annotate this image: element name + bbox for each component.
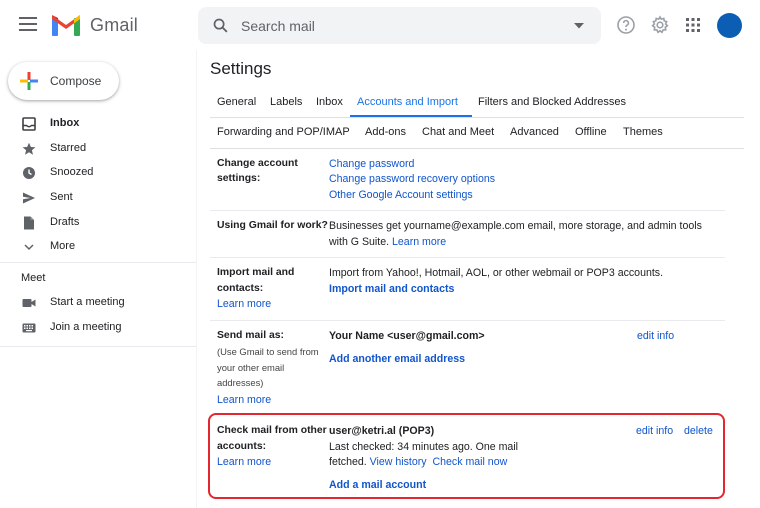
import-learn-more-link[interactable]: Learn more — [217, 296, 271, 312]
check-mail-now-link[interactable]: Check mail now — [432, 456, 507, 468]
gear-icon[interactable] — [650, 15, 670, 35]
apps-grid-icon[interactable] — [683, 15, 703, 35]
add-another-email-button[interactable]: Add another email address — [329, 351, 465, 367]
change-account-label: Change account — [217, 158, 298, 169]
keyboard-icon — [22, 323, 36, 333]
inbox-icon — [22, 117, 36, 131]
gmail-for-work-label: Using Gmail for work? — [217, 220, 328, 231]
account-avatar[interactable] — [717, 13, 742, 38]
send-mail-as-sub: (Use Gmail to send from — [217, 346, 319, 357]
top-bar: Gmail — [0, 0, 760, 50]
compose-button[interactable]: Compose — [8, 62, 119, 100]
view-history-link[interactable]: View history — [370, 456, 427, 468]
gmail-logo-icon[interactable] — [51, 14, 81, 36]
sidebar-item-starred[interactable]: Starred — [0, 137, 195, 161]
g-suite-text: with G Suite. — [329, 236, 390, 248]
sidebar-item-snoozed[interactable]: Snoozed — [0, 161, 195, 185]
star-icon — [22, 142, 36, 155]
tabs-divider — [210, 148, 744, 149]
send-mail-learn-more-link[interactable]: Learn more — [217, 392, 271, 408]
tab-chat-and-meet[interactable]: Chat and Meet — [422, 126, 494, 138]
page-title: Settings — [210, 59, 272, 78]
send-mail-as-label: Send mail as: — [217, 330, 284, 341]
row-divider — [210, 320, 725, 321]
send-mail-as-sub-2: your other email — [217, 362, 285, 373]
check-mail-learn-more-link[interactable]: Learn more — [217, 454, 271, 470]
add-mail-account-button[interactable]: Add a mail account — [329, 477, 426, 493]
sidebar-item-label: Drafts — [50, 216, 80, 228]
clock-icon — [23, 167, 35, 179]
import-mail-and-contacts-button[interactable]: Import mail and contacts — [329, 281, 454, 297]
send-icon — [23, 192, 35, 204]
change-password-link[interactable]: Change password — [329, 156, 414, 172]
video-icon — [22, 299, 36, 307]
recovery-options-link[interactable]: Change password recovery options — [329, 171, 495, 187]
import-mail-label: Import mail and — [217, 267, 295, 278]
tab-themes[interactable]: Themes — [623, 126, 663, 138]
sidebar-item-label: Sent — [50, 191, 73, 203]
check-mail-label-2: accounts: — [217, 441, 267, 452]
sidebar-item-inbox[interactable]: Inbox — [0, 112, 195, 136]
send-as-identity: Your Name <user@gmail.com> — [329, 330, 485, 342]
tab-forwarding[interactable]: Forwarding and POP/IMAP — [217, 126, 350, 138]
search-icon[interactable] — [212, 17, 229, 34]
main-menu-icon[interactable] — [19, 17, 37, 31]
sidebar-item-label: Join a meeting — [50, 321, 122, 333]
compose-plus-icon — [20, 72, 38, 90]
chevron-down-icon — [24, 244, 34, 251]
fetch-status-line: fetched. View history Check mail now — [329, 454, 507, 470]
tab-labels[interactable]: Labels — [270, 96, 302, 108]
row-divider — [210, 210, 725, 211]
tab-general[interactable]: General — [217, 96, 256, 108]
gmail-brand-text: Gmail — [90, 15, 139, 35]
fetched-text: fetched. — [329, 456, 367, 468]
pop3-account: user@ketri.al (POP3) — [329, 425, 435, 437]
sidebar-item-start-meeting[interactable]: Start a meeting — [0, 291, 195, 315]
help-icon[interactable] — [616, 15, 636, 35]
meet-section-title: Meet — [21, 272, 46, 284]
sidebar-item-drafts[interactable]: Drafts — [0, 211, 195, 235]
sidebar-item-label: Snoozed — [50, 166, 94, 178]
search-options-caret-icon[interactable] — [574, 23, 584, 29]
sidebar-divider — [0, 346, 196, 347]
gmail-for-work-text: Businesses get yourname@example.com emai… — [329, 220, 702, 232]
tabs-divider — [210, 117, 744, 118]
sidebar-edge — [196, 50, 197, 508]
sidebar-divider — [0, 262, 196, 263]
send-as-edit-info-link[interactable]: edit info — [637, 328, 674, 344]
check-mail-delete-link[interactable]: delete — [684, 423, 713, 439]
g-suite-learn-more-link[interactable]: Learn more — [392, 236, 446, 248]
sidebar-item-label: Starred — [50, 142, 87, 154]
tab-offline[interactable]: Offline — [575, 126, 607, 138]
sidebar-item-join-meeting[interactable]: Join a meeting — [0, 316, 195, 340]
tab-accounts-and-import[interactable]: Accounts and Import — [357, 96, 458, 108]
sidebar-item-more[interactable]: More — [0, 235, 195, 259]
compose-label: Compose — [50, 74, 102, 88]
check-mail-label: Check mail from other — [217, 425, 327, 436]
sidebar-item-label: Start a meeting — [50, 296, 125, 308]
change-account-label-2: settings: — [217, 173, 261, 184]
import-mail-label-2: contacts: — [217, 283, 264, 294]
sidebar-item-label: More — [50, 240, 76, 252]
google-account-settings-link[interactable]: Other Google Account settings — [329, 187, 473, 203]
row-divider — [210, 257, 725, 258]
search-bar[interactable] — [198, 7, 601, 44]
tab-filters[interactable]: Filters and Blocked Addresses — [478, 96, 626, 108]
draft-icon — [24, 216, 34, 230]
tab-inbox[interactable]: Inbox — [316, 96, 343, 108]
search-input[interactable] — [241, 15, 561, 37]
last-checked-status: Last checked: 34 minutes ago. One mail — [329, 441, 519, 453]
send-mail-as-sub-3: addresses) — [217, 377, 264, 388]
tab-add-ons[interactable]: Add-ons — [365, 126, 406, 138]
check-mail-edit-info-link[interactable]: edit info — [636, 423, 673, 439]
gmail-for-work-text-2: with G Suite. Learn more — [329, 234, 446, 250]
sidebar-item-sent[interactable]: Sent — [0, 186, 195, 210]
sidebar-item-label: Inbox — [50, 117, 80, 129]
import-description: Import from Yahoo!, Hotmail, AOL, or oth… — [329, 267, 664, 279]
tab-advanced[interactable]: Advanced — [510, 126, 559, 138]
